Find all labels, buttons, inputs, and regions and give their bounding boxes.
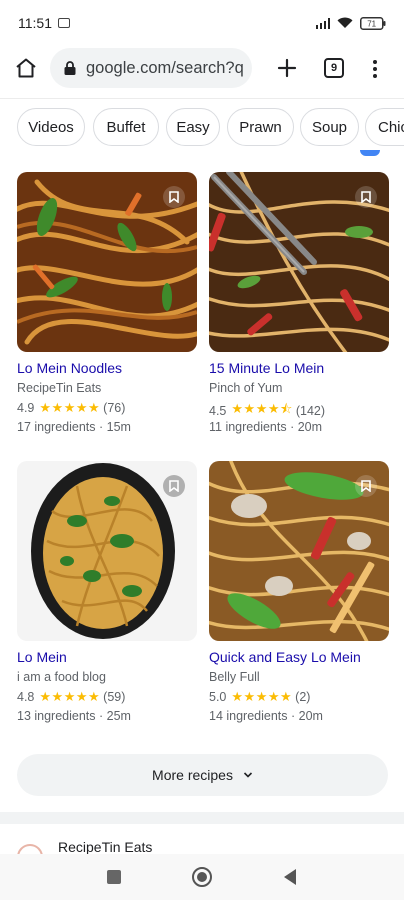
system-nav-bar — [0, 854, 404, 900]
wifi-icon — [337, 17, 353, 29]
recipe-card[interactable]: Lo Mein Noodles RecipeTin Eats 4.9 ★★★★★… — [17, 172, 197, 437]
recipe-title[interactable]: Lo Mein Noodles — [17, 360, 122, 376]
recipe-title[interactable]: Lo Mein — [17, 649, 67, 665]
rating-value: 4.8 — [17, 690, 35, 704]
home-circle-icon[interactable] — [192, 867, 212, 887]
back-icon[interactable] — [284, 869, 296, 885]
star-icons: ★★★★⯪ — [231, 401, 293, 416]
battery-level: 71 — [367, 19, 376, 28]
site-favicon-icon — [17, 844, 43, 854]
tab-count: 9 — [330, 62, 338, 74]
recipe-title[interactable]: 15 Minute Lo Mein — [209, 360, 324, 376]
recipe-source: RecipeTin Eats — [17, 381, 102, 395]
new-tab-plus-icon[interactable] — [274, 55, 300, 81]
recipe-rating: 4.5 ★★★★⯪ (142) — [209, 400, 325, 422]
message-icon — [58, 18, 70, 28]
chip-buffet[interactable]: Buffet — [93, 108, 159, 146]
star-icons: ★★★★★ — [39, 689, 101, 704]
next-result[interactable]: RecipeTin Eats — [0, 824, 404, 854]
recipe-card[interactable]: Quick and Easy Lo Mein Belly Full 5.0 ★★… — [209, 461, 389, 726]
browser-toolbar: google.com/search?q 9 — [0, 46, 404, 92]
chip-prawn[interactable]: Prawn — [227, 108, 294, 146]
recipe-rating: 4.8 ★★★★★ (59) — [17, 689, 125, 705]
recipe-meta: 13 ingredients · 25m — [17, 709, 131, 723]
chip-easy[interactable]: Easy — [166, 108, 220, 146]
bookmark-icon[interactable] — [355, 186, 377, 208]
recipe-meta: 17 ingredients · 15m — [17, 420, 131, 434]
chip-videos[interactable]: Videos — [17, 108, 85, 146]
more-vert-icon[interactable] — [368, 58, 382, 80]
recipe-source: Pinch of Yum — [209, 381, 283, 395]
status-bar: 11:51 71 — [0, 0, 404, 46]
more-recipes-label: More recipes — [152, 767, 233, 783]
star-icons: ★★★★★ — [231, 689, 293, 704]
recipe-title[interactable]: Quick and Easy Lo Mein — [209, 649, 361, 665]
rating-value: 4.5 — [209, 404, 227, 418]
signal-icon — [315, 17, 330, 29]
status-time: 11:51 — [18, 15, 52, 31]
battery-icon: 71 — [360, 16, 386, 30]
recipe-card[interactable]: 15 Minute Lo Mein Pinch of Yum 4.5 ★★★★⯪… — [209, 172, 389, 437]
recipe-rating: 5.0 ★★★★★ (2) — [209, 689, 310, 705]
review-count: (142) — [295, 404, 326, 418]
lock-icon — [64, 61, 76, 75]
recipe-source: i am a food blog — [17, 670, 106, 684]
bookmark-icon[interactable] — [355, 475, 377, 497]
section-divider — [0, 812, 404, 824]
scroll-indicator — [360, 150, 380, 156]
recipe-card[interactable]: Lo Mein i am a food blog 4.8 ★★★★★ (59) … — [17, 461, 197, 726]
recipe-rating: 4.9 ★★★★★ (76) — [17, 400, 125, 416]
more-recipes-button[interactable]: More recipes — [17, 754, 388, 796]
bookmark-icon[interactable] — [163, 186, 185, 208]
rating-value: 5.0 — [209, 690, 227, 704]
chip-soup[interactable]: Soup — [300, 108, 359, 146]
recents-icon[interactable] — [107, 870, 121, 884]
review-count: (59) — [103, 690, 126, 704]
url-text: google.com/search?q — [86, 58, 244, 77]
recipe-meta: 14 ingredients · 20m — [209, 709, 323, 723]
recipe-meta: 11 ingredients · 20m — [209, 420, 323, 434]
filter-chips-row: Videos Buffet Easy Prawn Soup Chic — [0, 98, 404, 156]
address-bar[interactable]: google.com/search?q — [50, 48, 252, 88]
bookmark-icon[interactable] — [163, 475, 185, 497]
recipe-source: Belly Full — [209, 670, 260, 684]
review-count: (2) — [295, 690, 311, 704]
next-result-source: RecipeTin Eats — [58, 839, 153, 854]
home-icon[interactable] — [14, 56, 38, 80]
tab-switcher-button[interactable]: 9 — [324, 58, 344, 78]
rating-value: 4.9 — [17, 401, 35, 415]
star-icons: ★★★★★ — [39, 400, 101, 415]
chevron-down-icon — [243, 772, 253, 778]
review-count: (76) — [103, 401, 126, 415]
chip-chicken[interactable]: Chic — [365, 108, 404, 146]
